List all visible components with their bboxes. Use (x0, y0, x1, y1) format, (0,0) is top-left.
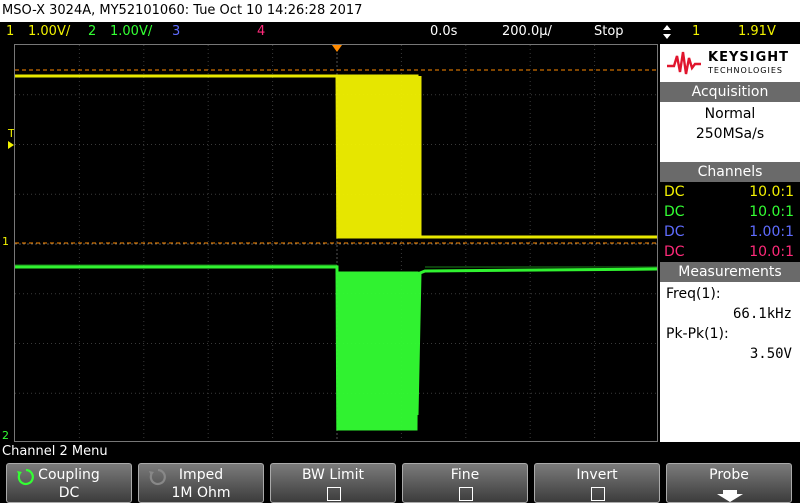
ch2-trace (15, 265, 657, 431)
invert-softkey[interactable]: Invert (534, 463, 660, 503)
softkey-bar: Coupling DC Imped 1M Ohm BW Limit Fine I… (0, 461, 800, 503)
time-scale[interactable]: 200.0µ/ (502, 22, 552, 42)
bw-limit-softkey[interactable]: BW Limit (270, 463, 396, 503)
softkey-value: 1M Ohm (171, 485, 231, 501)
channels-body: DC 10.0:1 DC 10.0:1 DC 1.00:1 DC 10.0:1 (660, 182, 800, 262)
ch2-scale[interactable]: 1.00V/ (110, 22, 152, 42)
softkey-label: Probe (709, 467, 749, 483)
channel-probe-ratio: 10.0:1 (749, 184, 794, 200)
invert-checkbox[interactable] (591, 487, 605, 501)
measurement-value: 3.50V (749, 346, 792, 362)
softkey-label: Invert (576, 467, 618, 483)
keysight-logo: KEYSIGHT TECHNOLOGIES (660, 44, 800, 82)
run-state[interactable]: Stop (594, 22, 624, 42)
channel-coupling: DC (664, 224, 685, 240)
ch1-scale[interactable]: 1.00V/ (28, 22, 70, 42)
acquisition-mode: Normal (704, 106, 756, 122)
channel-coupling: DC (664, 204, 685, 220)
measurement-label: Pk-Pk(1): (666, 326, 729, 342)
ch1-ground-marker[interactable]: 1 (2, 236, 9, 247)
probe-softkey[interactable]: Probe (666, 463, 792, 503)
softkey-label: Coupling (38, 467, 100, 483)
measurement-value: 66.1kHz (732, 306, 792, 322)
measurement-label: Freq(1): (666, 286, 721, 302)
waveform-display[interactable] (14, 44, 658, 442)
measurements-body: Freq(1): 66.1kHz Pk-Pk(1): 3.50V (660, 282, 800, 442)
channel-probe-ratio: 10.0:1 (749, 244, 794, 260)
brand-name: KEYSIGHT (708, 50, 789, 65)
fine-softkey[interactable]: Fine (402, 463, 528, 503)
channel-row-3[interactable]: DC 1.00:1 (660, 222, 800, 242)
submenu-down-arrow-icon (717, 490, 743, 502)
side-panel: KEYSIGHT TECHNOLOGIES Acquisition Normal… (660, 44, 800, 442)
waveform-svg (15, 45, 657, 441)
channel-row-4[interactable]: DC 10.0:1 (660, 242, 800, 262)
channel-coupling: DC (664, 244, 685, 260)
window-title: MSO-X 3024A, MY52101060: Tue Oct 10 14:2… (0, 0, 800, 22)
channel-row-2[interactable]: DC 10.0:1 (660, 202, 800, 222)
impedance-softkey[interactable]: Imped 1M Ohm (138, 463, 264, 503)
measurements-header[interactable]: Measurements (660, 262, 800, 282)
keysight-wave-icon (667, 51, 701, 75)
time-delay[interactable]: 0.0s (430, 22, 457, 42)
softkey-label: Imped (178, 467, 224, 483)
fine-checkbox[interactable] (459, 487, 473, 501)
menu-title: Channel 2 Menu (0, 443, 800, 461)
ch2-number[interactable]: 2 (88, 22, 96, 42)
trigger-level[interactable]: 1.91V (738, 22, 776, 42)
channel-probe-ratio: 1.00:1 (749, 224, 794, 240)
trigger-position-marker (332, 45, 342, 52)
coupling-softkey[interactable]: Coupling DC (6, 463, 132, 503)
channels-header[interactable]: Channels (660, 162, 800, 182)
softkey-label: Fine (450, 467, 480, 483)
acquisition-rate: 250MSa/s (695, 126, 765, 142)
ch4-number[interactable]: 4 (257, 22, 265, 42)
softkey-value: DC (58, 485, 80, 501)
ch3-number[interactable]: 3 (172, 22, 180, 42)
softkey-label: BW Limit (301, 467, 365, 483)
acquisition-header[interactable]: Acquisition (660, 82, 800, 102)
ch2-ground-marker[interactable]: 2 (2, 430, 9, 441)
ch1-number[interactable]: 1 (6, 22, 14, 42)
ch1-trace (15, 74, 657, 239)
acquisition-body: Normal 250MSa/s (660, 102, 800, 162)
status-bar: 1 1.00V/ 2 1.00V/ 3 4 0.0s 200.0µ/ Stop … (0, 22, 800, 42)
bw-limit-checkbox[interactable] (327, 487, 341, 501)
channel-coupling: DC (664, 184, 685, 200)
channel-row-1[interactable]: DC 10.0:1 (660, 182, 800, 202)
brand-sub: TECHNOLOGIES (708, 66, 783, 75)
trigger-source[interactable]: 1 (692, 22, 700, 42)
channel-probe-ratio: 10.0:1 (749, 204, 794, 220)
